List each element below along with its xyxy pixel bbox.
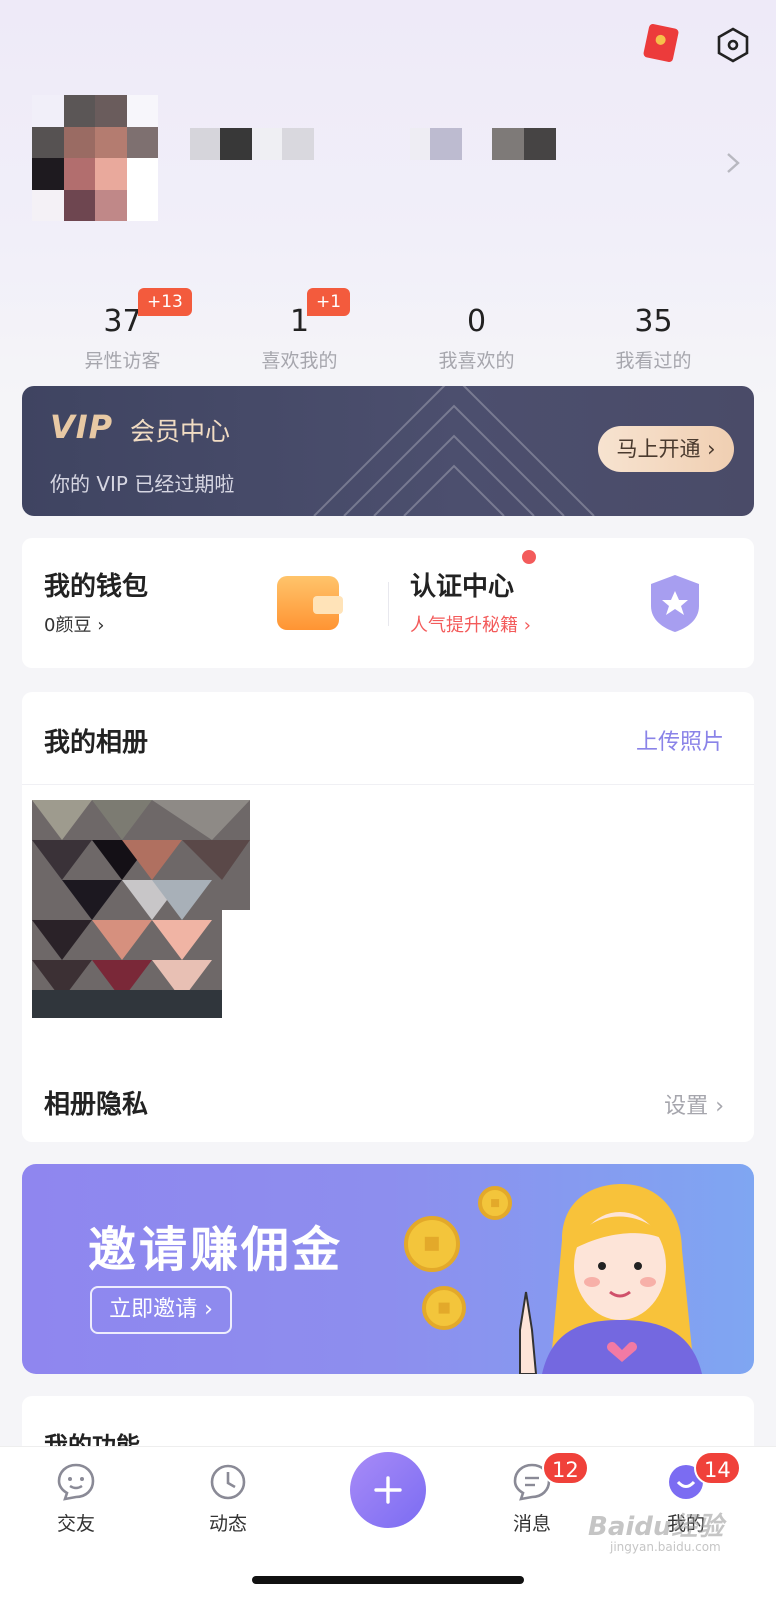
- upload-photo-link[interactable]: 上传照片: [636, 724, 724, 756]
- coin-icon: [404, 1216, 460, 1272]
- cert-title: 认证中心: [410, 572, 515, 602]
- nickname-redacted: [190, 128, 556, 160]
- stat-label: 我看过的: [615, 350, 692, 372]
- vip-logo: VIP: [50, 408, 114, 446]
- stat-visitors[interactable]: 37 异性访客 +13: [34, 288, 211, 376]
- vip-expired-text: 你的 VIP 已经过期啦: [50, 472, 235, 496]
- cert-tip: 人气提升秘籍: [410, 615, 518, 636]
- invite-now-label: 立即邀请: [109, 1297, 198, 1322]
- plus-icon: [374, 1476, 402, 1504]
- chevron-right-icon: ›: [523, 615, 531, 636]
- wallet-cert-card: 我的钱包 0颜豆 › 认证中心 人气提升秘籍 ›: [22, 538, 754, 668]
- privacy-settings-label: 设置: [664, 1094, 709, 1119]
- stat-viewed[interactable]: 35 我看过的: [565, 296, 742, 376]
- tab-label: 消息: [512, 1513, 551, 1535]
- invite-now-button[interactable]: 立即邀请 ›: [90, 1286, 232, 1334]
- chevron-right-icon: ›: [204, 1297, 213, 1322]
- clock-icon: [210, 1464, 246, 1500]
- album-privacy-row[interactable]: 相册隐私 设置 ›: [22, 1072, 754, 1132]
- chevron-right-icon: ›: [707, 437, 716, 461]
- tab-moments[interactable]: 动态: [168, 1447, 288, 1536]
- stat-value: 0: [466, 304, 487, 339]
- album-separator: [22, 784, 754, 785]
- tab-friends[interactable]: 交友: [16, 1447, 136, 1536]
- notification-dot: [522, 550, 536, 564]
- tab-label: 动态: [208, 1513, 247, 1535]
- avatar[interactable]: [32, 95, 158, 221]
- cert-section[interactable]: 认证中心 人气提升秘籍 ›: [410, 566, 531, 637]
- album-photo-thumbnail[interactable]: [32, 800, 250, 1018]
- vip-activate-label: 马上开通: [616, 437, 701, 461]
- divider: [388, 582, 389, 626]
- shield-star-icon: [651, 575, 699, 632]
- stat-value: 1: [289, 304, 310, 339]
- album-card: 我的相册 上传照片 相册隐私 设置 ›: [22, 692, 754, 1142]
- wallet-icon: [277, 576, 343, 630]
- stat-label: 异性访客: [84, 350, 161, 372]
- vip-activate-button[interactable]: 马上开通 ›: [598, 426, 734, 472]
- stat-i-liked[interactable]: 0 我喜欢的: [388, 296, 565, 376]
- invite-title: 邀请赚佣金: [88, 1222, 344, 1278]
- message-count-badge: 12: [542, 1451, 589, 1485]
- vip-member-card[interactable]: VIP 会员中心 你的 VIP 已经过期啦 马上开通 ›: [22, 386, 754, 516]
- profile-count-badge: 14: [694, 1451, 741, 1485]
- girl-illustration: [519, 1184, 702, 1374]
- tab-messages[interactable]: 消息 12: [472, 1447, 592, 1536]
- wallet-balance: 0颜豆: [44, 615, 92, 636]
- home-indicator: [252, 1576, 524, 1584]
- chevron-right-icon: ›: [715, 1094, 724, 1119]
- vip-title: 会员中心: [130, 417, 231, 446]
- stat-label: 我喜欢的: [438, 350, 515, 372]
- stats-row: 37 异性访客 +13 1 喜欢我的 +1 0 我喜欢的 35 我看过的: [34, 288, 742, 376]
- wallet-section[interactable]: 我的钱包 0颜豆 ›: [44, 566, 148, 637]
- album-privacy-label: 相册隐私: [44, 1090, 149, 1120]
- settings-hexagon-icon[interactable]: [714, 26, 752, 64]
- profile-chevron-right-icon[interactable]: [722, 150, 744, 176]
- album-title: 我的相册: [44, 728, 149, 758]
- baidu-watermark: Baidu经验: [588, 1512, 724, 1542]
- chevron-right-icon: ›: [97, 615, 105, 636]
- stat-badge: +13: [138, 288, 192, 316]
- invite-banner[interactable]: 邀请赚佣金 立即邀请 ›: [22, 1164, 754, 1374]
- wallet-title: 我的钱包: [44, 572, 149, 602]
- stat-value: 35: [634, 304, 673, 339]
- stat-liked-me[interactable]: 1 喜欢我的 +1: [211, 288, 388, 376]
- stat-badge: +1: [307, 288, 351, 316]
- tab-label: 交友: [56, 1513, 95, 1535]
- stat-label: 喜欢我的: [261, 350, 338, 372]
- vip-decor-lines: [313, 386, 595, 516]
- chat-face-icon: [57, 1463, 95, 1501]
- publish-plus-button[interactable]: [350, 1452, 426, 1528]
- coin-icon: [422, 1286, 466, 1330]
- baidu-watermark-url: jingyan.baidu.com: [610, 1540, 721, 1554]
